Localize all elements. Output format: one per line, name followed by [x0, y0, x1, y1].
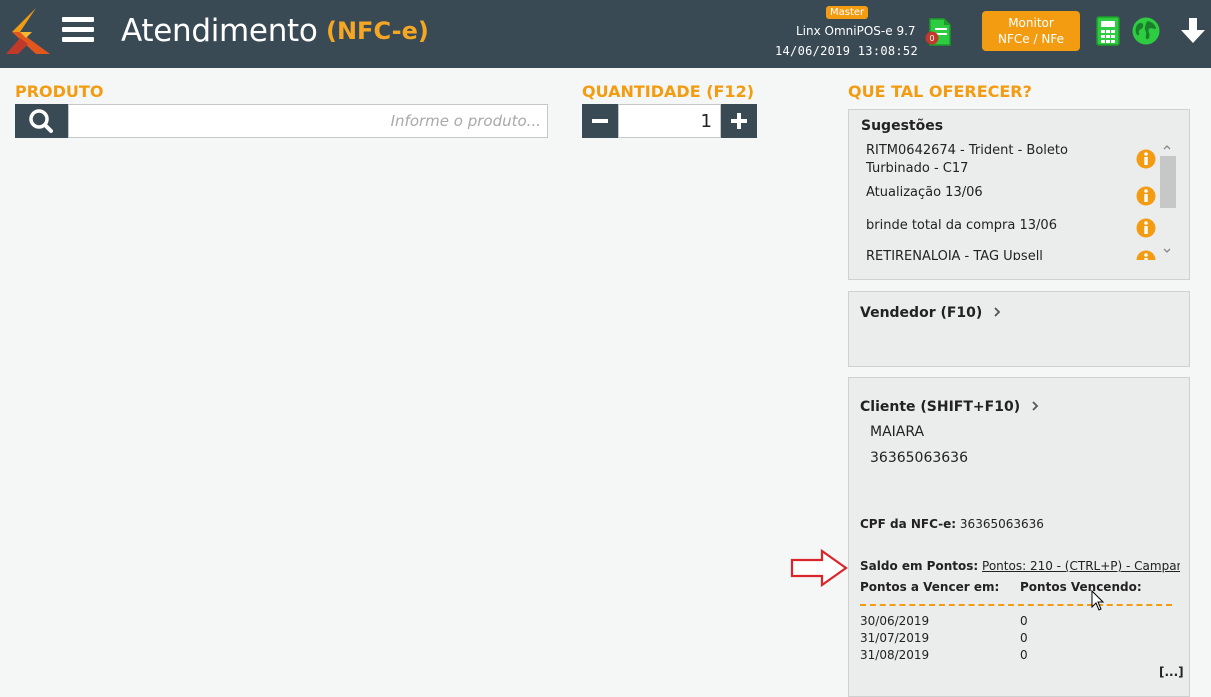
product-search-button[interactable]: [15, 104, 68, 138]
col-header-expiring: Pontos Vencendo:: [1020, 580, 1142, 594]
mouse-cursor-icon: [1091, 590, 1105, 611]
suggestion-item[interactable]: RETIRENALOJA - TAG Upsell: [866, 248, 1166, 260]
chevron-right-icon: [1032, 401, 1039, 411]
more-link[interactable]: [...]: [1159, 665, 1184, 679]
info-icon[interactable]: [1136, 218, 1156, 238]
download-arrow-icon[interactable]: [1178, 15, 1208, 45]
points-row: Saldo em Pontos: Pontos: 210 - (CTRL+P) …: [860, 559, 1180, 573]
search-icon: [29, 109, 53, 133]
suggestions-title: Sugestões: [861, 118, 944, 134]
points-row-value: 0: [1020, 614, 1028, 628]
page-title: Atendimento: [121, 13, 318, 49]
info-icon[interactable]: [1136, 186, 1156, 206]
quantity-increase-button[interactable]: [721, 104, 757, 138]
quantity-label: QUANTIDADE (F12): [582, 82, 755, 101]
chevron-right-icon: [994, 307, 1001, 317]
menu-hamburger-icon[interactable]: [62, 17, 94, 43]
quantity-decrease-button[interactable]: [582, 104, 618, 138]
dashed-divider: [860, 604, 1172, 606]
calculator-icon[interactable]: [1096, 16, 1120, 46]
client-phone: 36365063636: [870, 450, 968, 466]
col-header-due: Pontos a Vencer em:: [860, 580, 1000, 594]
seller-title-row[interactable]: Vendedor (F10): [860, 305, 1001, 321]
suggestions-list: RITM0642674 - Trident - Boleto Turbinado…: [849, 140, 1189, 260]
product-label: PRODUTO: [15, 82, 104, 101]
points-label: Saldo em Pontos:: [860, 559, 979, 573]
scroll-down-icon[interactable]: [1158, 244, 1176, 258]
product-input[interactable]: [68, 104, 548, 138]
suggestion-text: RITM0642674 - Trident - Boleto: [866, 143, 1068, 158]
points-row-value: 0: [1020, 648, 1028, 662]
quantity-input[interactable]: [618, 104, 721, 138]
client-name: MAIARA: [870, 424, 925, 440]
minus-icon: [592, 119, 608, 123]
cpf-label: CPF da NFC-e:: [860, 517, 957, 531]
seller-panel[interactable]: Vendedor (F10): [848, 291, 1190, 367]
info-icon[interactable]: [1136, 149, 1156, 169]
master-badge: Master: [826, 6, 869, 19]
cpf-value: 36365063636: [959, 517, 1044, 531]
annotation-arrow-icon: [790, 549, 848, 587]
offer-label: QUE TAL OFERECER?: [848, 82, 1032, 101]
datetime: 14/06/2019 13:08:52: [775, 44, 918, 58]
points-row-date: 31/08/2019: [860, 648, 930, 662]
suggestion-text: Turbinado - C17: [866, 161, 969, 176]
points-link[interactable]: Pontos: 210 - (CTRL+P) - Campanhas (C: [982, 559, 1180, 573]
plus-icon: [731, 113, 747, 129]
monitor-nfce-button[interactable]: Monitor NFCe / NFe: [982, 11, 1080, 51]
info-icon[interactable]: [1136, 250, 1156, 260]
scroll-up-icon[interactable]: [1158, 140, 1176, 154]
monitor-button-line2: NFCe / NFe: [998, 32, 1064, 46]
document-status-icon[interactable]: 0: [924, 17, 952, 47]
globe-icon[interactable]: [1131, 16, 1161, 46]
scroll-thumb[interactable]: [1160, 156, 1176, 208]
seller-title: Vendedor (F10): [860, 305, 983, 321]
client-title: Cliente (SHIFT+F10): [860, 399, 1021, 415]
points-row-value: 0: [1020, 631, 1028, 645]
suggestion-item[interactable]: Atualização 13/06: [866, 184, 1166, 202]
cpf-row: CPF da NFC-e: 36365063636: [860, 517, 1044, 531]
suggestions-scrollbar[interactable]: [1158, 140, 1176, 260]
suggestion-item[interactable]: RITM0642674 - Trident - Boleto Turbinado…: [866, 142, 1166, 178]
suggestion-item[interactable]: brinde total da compra 13/06: [866, 217, 1166, 235]
app-version: Linx OmniPOS-e 9.7: [796, 24, 916, 38]
suggestion-text: brinde total da compra 13/06: [866, 218, 1057, 233]
linx-logo-icon: [6, 8, 50, 54]
top-bar: Atendimento (NFC-e) Master Linx OmniPOS-…: [0, 0, 1211, 68]
client-title-row[interactable]: Cliente (SHIFT+F10): [860, 399, 1039, 415]
svg-text:0: 0: [929, 34, 934, 43]
points-row-date: 31/07/2019: [860, 631, 930, 645]
points-row-date: 30/06/2019: [860, 614, 930, 628]
suggestion-text: RETIRENALOJA - TAG Upsell: [866, 249, 1043, 260]
suggestion-text: Atualização 13/06: [866, 185, 983, 200]
client-panel: Cliente (SHIFT+F10) MAIARA 36365063636 C…: [848, 377, 1190, 697]
page-subtitle: (NFC-e): [326, 17, 429, 45]
suggestions-panel: Sugestões RITM0642674 - Trident - Boleto…: [848, 109, 1190, 280]
monitor-button-line1: Monitor: [1008, 16, 1054, 30]
